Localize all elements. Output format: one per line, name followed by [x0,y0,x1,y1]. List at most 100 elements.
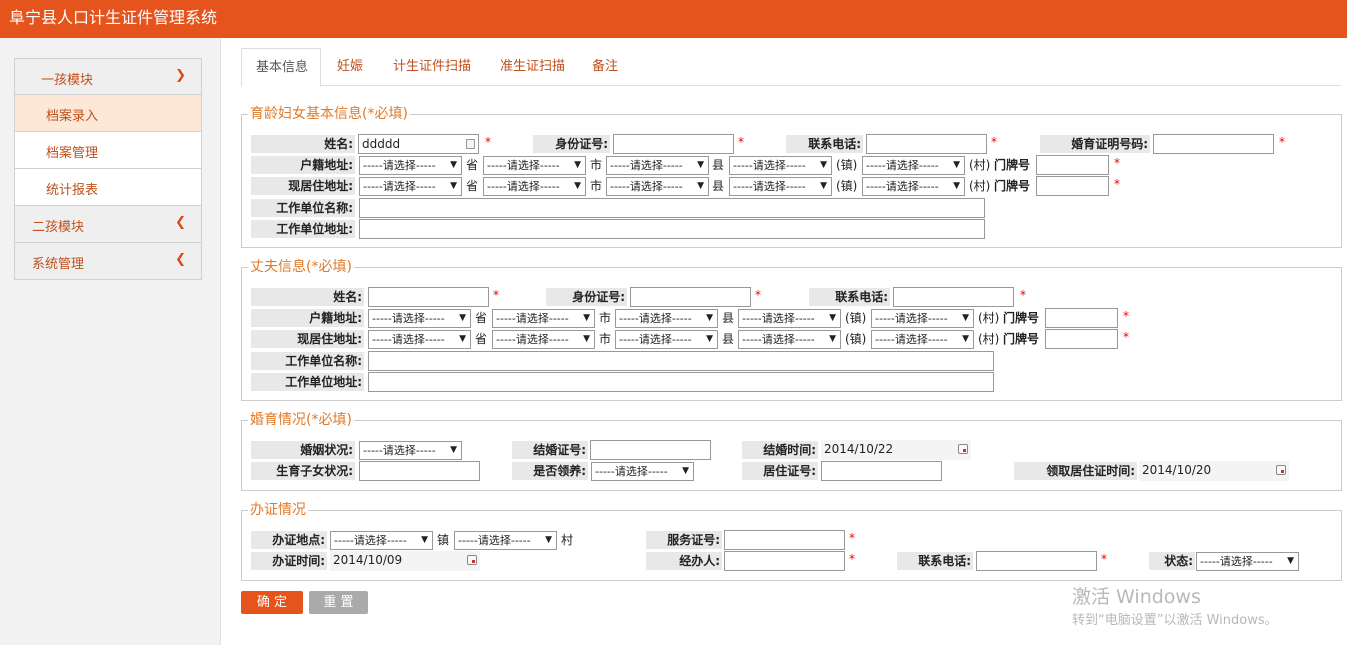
village-select[interactable]: -----请选择----- ▼ [862,177,965,196]
village-select[interactable]: -----请选择----- ▼ [871,309,974,328]
marital-status-select[interactable]: -----请选择----- ▼ [359,441,462,460]
house-number-input[interactable] [1036,176,1109,196]
dropdown-arrow-icon: ▼ [953,160,960,170]
process-town-select[interactable]: -----请选择----- ▼ [330,531,433,550]
required-mark: * [755,288,761,302]
work-unit-name-label: 工作单位名称: [251,199,355,217]
sidebar-module-system[interactable]: 系统管理 ❮ [14,243,202,280]
calendar-icon[interactable] [958,444,968,454]
residence-permit-input[interactable] [821,461,942,481]
town-select[interactable]: -----请选择----- ▼ [738,330,841,349]
city-select[interactable]: -----请选择----- ▼ [492,309,595,328]
name-input[interactable]: ddddd [358,134,479,154]
province-select[interactable]: -----请选择----- ▼ [359,177,462,196]
handler-input[interactable] [724,551,845,571]
status-select[interactable]: -----请选择----- ▼ [1196,552,1299,571]
village-text: (村) [978,311,1000,325]
app-title: 阜宁县人口计生证件管理系统 [9,8,218,27]
tab-basic-info[interactable]: 基本信息 [241,48,321,87]
phone-input[interactable] [866,134,987,154]
sidebar-item-label: 档案管理 [46,146,99,161]
select-value: -----请选择----- [334,534,407,547]
reset-button[interactable]: 重 置 [309,591,368,614]
work-unit-address-label: 工作单位地址: [251,373,364,391]
adopted-select[interactable]: -----请选择----- ▼ [591,462,694,481]
work-unit-address-input[interactable] [359,219,985,239]
sidebar-item-statistics[interactable]: 统计报表 [14,169,202,206]
tab-birth-permit-scan[interactable]: 准生证扫描 [486,48,579,87]
confirm-button[interactable]: 确 定 [241,591,303,614]
city-text: 市 [590,179,603,193]
calendar-icon[interactable] [1276,465,1286,475]
sidebar-item-archive-entry[interactable]: 档案录入 [14,95,202,132]
children-status-input[interactable] [359,461,480,481]
province-select[interactable]: -----请选择----- ▼ [368,330,471,349]
required-mark: * [485,135,491,149]
county-text: 县 [712,158,725,172]
select-value: -----请选择----- [733,180,806,193]
tab-remarks[interactable]: 备注 [578,48,632,87]
town-select[interactable]: -----请选择----- ▼ [729,177,832,196]
house-number-input[interactable] [1036,155,1109,175]
children-status-label: 生育子女状况: [251,462,355,480]
county-text: 县 [722,311,735,325]
process-phone-input[interactable] [976,551,1097,571]
house-number-label: 门牌号 [994,158,1031,172]
process-date-input[interactable]: 2014/10/09 [330,551,480,571]
county-select[interactable]: -----请选择----- ▼ [615,309,718,328]
marriage-cert-no-label: 结婚证号: [512,441,588,459]
county-select[interactable]: -----请选择----- ▼ [615,330,718,349]
county-select[interactable]: -----请选择----- ▼ [606,177,709,196]
house-number-input[interactable] [1045,329,1118,349]
town-text: (镇) [845,311,867,325]
marriage-cert-input[interactable] [1153,134,1274,154]
sidebar-item-archive-manage[interactable]: 档案管理 [14,132,202,169]
calendar-icon[interactable] [467,555,477,565]
sidebar-module-two-child[interactable]: 二孩模块 ❮ [14,206,202,243]
dropdown-arrow-icon: ▼ [820,160,827,170]
sidebar-module-label: 二孩模块 [32,220,85,235]
county-select[interactable]: -----请选择----- ▼ [606,156,709,175]
process-village-select[interactable]: -----请选择----- ▼ [454,531,557,550]
marriage-cert-no-input[interactable] [590,440,711,460]
village-select[interactable]: -----请选择----- ▼ [871,330,974,349]
work-unit-name-input[interactable] [359,198,985,218]
residence-permit-date-input[interactable]: 2014/10/20 [1139,461,1289,481]
service-no-input[interactable] [724,530,845,550]
town-select[interactable]: -----请选择----- ▼ [729,156,832,175]
tab-cert-scan[interactable]: 计生证件扫描 [379,48,485,87]
city-select[interactable]: -----请选择----- ▼ [483,177,586,196]
id-number-input[interactable] [613,134,734,154]
city-select[interactable]: -----请选择----- ▼ [492,330,595,349]
province-select[interactable]: -----请选择----- ▼ [368,309,471,328]
husband-id-number-input[interactable] [630,287,751,307]
required-mark: * [1020,288,1026,302]
handler-label: 经办人: [646,552,722,570]
province-select[interactable]: -----请选择----- ▼ [359,156,462,175]
marriage-date-input[interactable]: 2014/10/22 [821,440,971,460]
status-label: 状态: [1149,552,1195,570]
dropdown-arrow-icon: ▼ [829,334,836,344]
village-select[interactable]: -----请选择----- ▼ [862,156,965,175]
dropdown-arrow-icon: ▼ [450,445,457,455]
chevron-down-icon: ❯ [175,68,186,83]
town-select[interactable]: -----请选择----- ▼ [738,309,841,328]
marriage-section: 婚育情况(*必填) 婚姻状况: -----请选择----- ▼ 结婚证号: 结婚时… [241,411,1342,491]
top-header-bar: 阜宁县人口计生证件管理系统 [0,0,1347,38]
work-unit-address-input[interactable] [368,372,994,392]
city-select[interactable]: -----请选择----- ▼ [483,156,586,175]
dropdown-arrow-icon: ▼ [459,334,466,344]
select-value: -----请选择----- [363,159,436,172]
province-text: 省 [475,311,488,325]
select-value: -----请选择----- [458,534,531,547]
tab-pregnancy[interactable]: 妊娠 [323,48,377,87]
house-number-input[interactable] [1045,308,1118,328]
dropdown-arrow-icon: ▼ [1287,556,1294,566]
work-unit-name-input[interactable] [368,351,994,371]
husband-phone-input[interactable] [893,287,1014,307]
dropdown-arrow-icon: ▼ [583,334,590,344]
husband-name-input[interactable] [368,287,489,307]
sidebar-item-label: 档案录入 [46,109,99,124]
town-text: (镇) [836,158,858,172]
sidebar-module-one-child[interactable]: 一孩模块 ❯ [14,58,202,95]
